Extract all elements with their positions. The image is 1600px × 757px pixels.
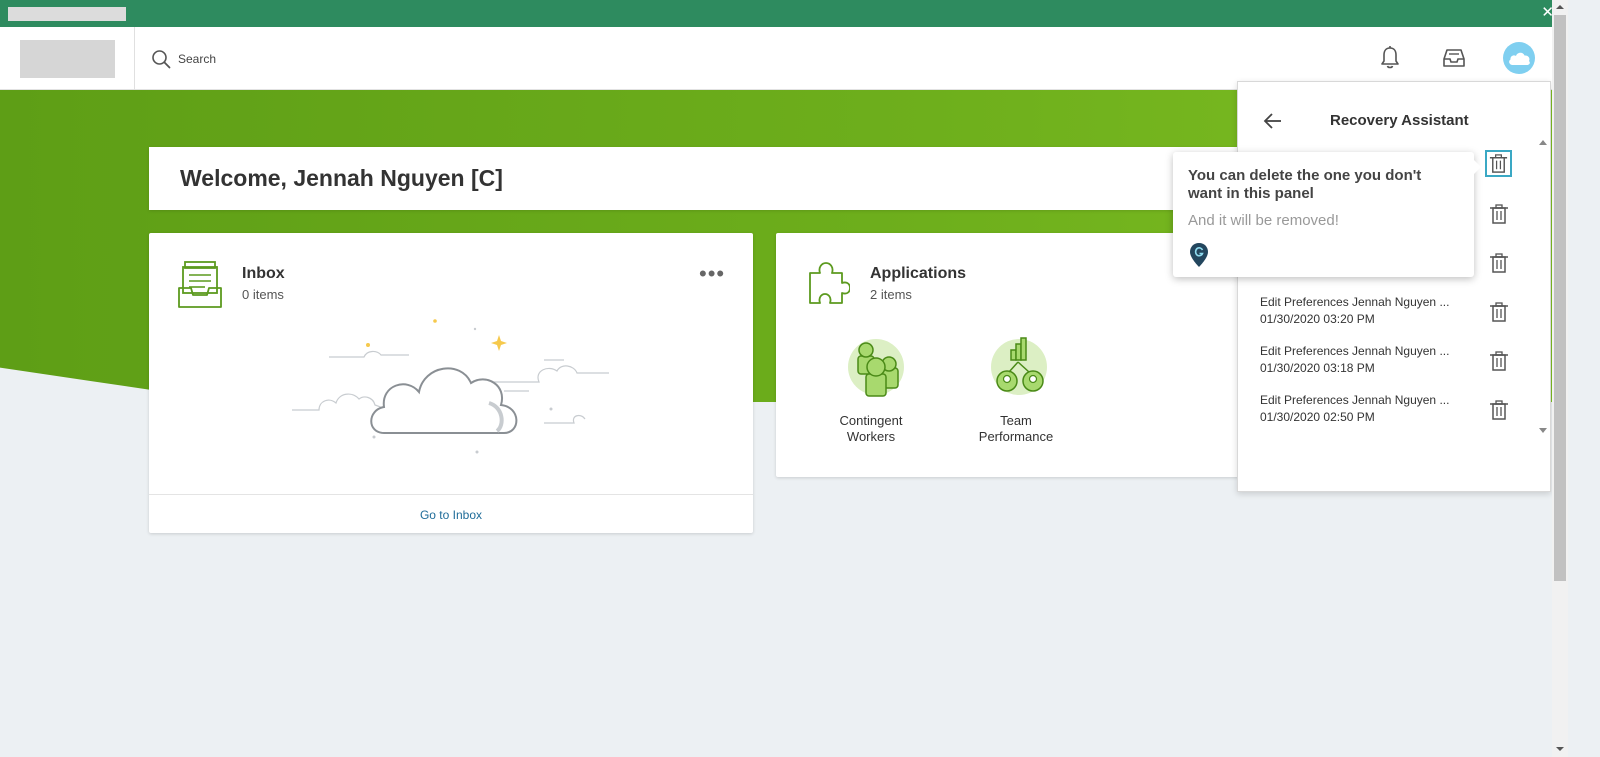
trash-icon[interactable] — [1488, 301, 1510, 323]
cloud-icon — [1509, 52, 1530, 65]
inbox-card: Inbox 0 items ••• Go to Inbox — [149, 233, 753, 533]
recovery-item-name: Edit Preferences Jennah Nguyen ... — [1260, 295, 1450, 309]
recovery-item[interactable]: Edit Preferences Jennah Nguyen ... 01/30… — [1260, 344, 1470, 376]
welcome-heading: Welcome, Jennah Nguyen [C] — [180, 165, 503, 191]
inbox-count: 0 items — [242, 287, 284, 302]
recovery-item-name: Edit Preferences Jennah Nguyen ... — [1260, 393, 1450, 407]
recovery-item[interactable]: Edit Preferences Jennah Nguyen ... 01/30… — [1260, 295, 1470, 327]
tooltip-title: You can delete the one you don't want in… — [1188, 167, 1422, 202]
guidance-tooltip: You can delete the one you don't want in… — [1173, 152, 1481, 277]
app-label-contingent-workers: Contingent Workers — [839, 413, 903, 444]
trash-icon[interactable] — [1485, 150, 1512, 177]
team-chart-icon — [991, 337, 1047, 395]
back-arrow-icon[interactable] — [1262, 110, 1284, 132]
more-options-icon[interactable]: ••• — [699, 263, 725, 285]
puzzle-piece-icon — [809, 262, 850, 304]
cloud-avatar-icon[interactable] — [1503, 42, 1535, 74]
inbox-tray-icon[interactable] — [1440, 44, 1468, 72]
search-input[interactable] — [178, 47, 578, 71]
recovery-item[interactable]: Edit Preferences Jennah Nguyen ... 01/30… — [1260, 393, 1470, 425]
recovery-item-date: 01/30/2020 03:20 PM — [1260, 312, 1375, 326]
window-title-placeholder — [8, 7, 126, 21]
inbox-title: Inbox — [242, 265, 285, 282]
location-pin-icon[interactable] — [1189, 242, 1209, 268]
scroll-up-arrow-icon[interactable] — [1555, 3, 1565, 11]
tooltip-body: And it will be removed! — [1188, 212, 1339, 229]
panel-title: Recovery Assistant — [1330, 112, 1469, 129]
bell-icon[interactable] — [1376, 44, 1404, 72]
empty-cloud-illustration — [292, 319, 609, 454]
recovery-assistant-panel: Recovery Assistant Edit Preferences Jenn… — [1237, 81, 1551, 492]
window-title-bar: ✕ — [0, 0, 1568, 27]
app-label-team-performance: Team Performance — [978, 413, 1054, 444]
panel-scrollbar[interactable] — [1536, 134, 1550, 439]
search-icon — [152, 50, 171, 69]
recovery-item-date: 01/30/2020 03:18 PM — [1260, 361, 1375, 375]
welcome-banner: Welcome, Jennah Nguyen [C] — [149, 147, 1249, 210]
trash-icon[interactable] — [1488, 399, 1510, 421]
inbox-footer: Go to Inbox — [149, 494, 753, 533]
header-divider — [134, 27, 135, 90]
trash-icon[interactable] — [1488, 203, 1510, 225]
recovery-item-date: 01/30/2020 02:50 PM — [1260, 410, 1375, 424]
applications-title: Applications — [870, 265, 967, 282]
trash-icon[interactable] — [1488, 350, 1510, 372]
inbox-document-icon — [178, 261, 222, 308]
recovery-item-name: Edit Preferences Jennah Nguyen ... — [1260, 344, 1450, 358]
window-scrollbar[interactable] — [1552, 0, 1568, 757]
app-tile-contingent-workers[interactable]: Contingent Workers — [821, 336, 921, 445]
applications-count: 2 items — [870, 287, 912, 302]
scrollbar-thumb[interactable] — [1554, 15, 1566, 581]
trash-icon[interactable] — [1488, 252, 1510, 274]
company-logo[interactable] — [20, 40, 115, 78]
go-to-inbox-link[interactable]: Go to Inbox — [420, 508, 482, 522]
scroll-down-arrow-icon[interactable] — [1555, 745, 1565, 753]
people-group-icon — [848, 339, 904, 397]
app-tile-team-performance[interactable]: Team Performance — [966, 336, 1066, 445]
